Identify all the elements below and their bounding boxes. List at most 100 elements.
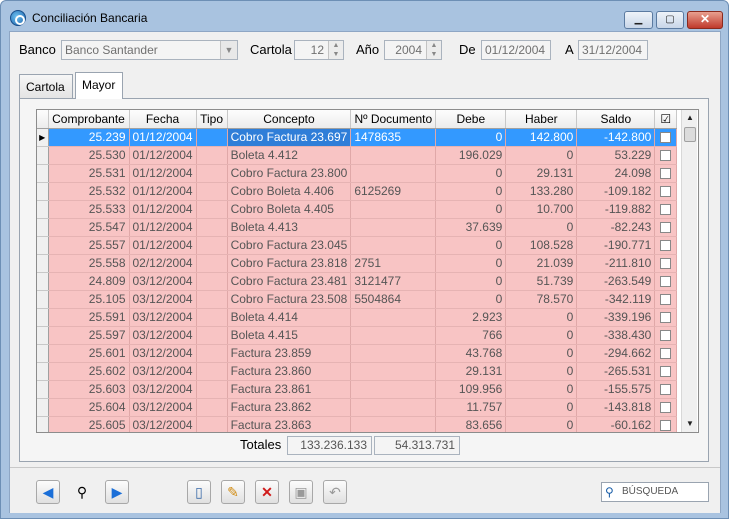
cell-concepto[interactable]: Cobro Factura 23.800 [227, 164, 352, 183]
spinner-arrows-icon[interactable]: ▲ ▼ [328, 41, 343, 59]
column-header-debe[interactable]: Debe [435, 110, 507, 129]
cartola-spinner[interactable]: 12 ▲ ▼ [294, 40, 344, 60]
cell-haber[interactable]: 0 [505, 416, 578, 432]
row-indicator[interactable] [37, 182, 49, 201]
cell-debe[interactable]: 0 [435, 164, 507, 183]
cell-debe[interactable]: 196.029 [435, 146, 507, 165]
banco-combo[interactable]: Banco Santander ▼ [61, 40, 238, 60]
cell-fecha[interactable]: 01/12/2004 [129, 218, 197, 237]
scroll-up-icon[interactable]: ▲ [682, 110, 698, 126]
conciliado-checkbox[interactable] [660, 240, 672, 252]
table-row[interactable]: 25.530 01/12/2004 Boleta 4.412 196.029 0 53.2… [37, 146, 678, 165]
cell-fecha[interactable]: 03/12/2004 [129, 344, 197, 363]
table-row[interactable]: 25.604 03/12/2004 Factura 23.862 11.757 0 -14… [37, 398, 678, 417]
cell-haber[interactable]: 108.528 [505, 236, 578, 255]
row-indicator[interactable] [37, 236, 49, 255]
conciliado-checkbox[interactable] [660, 312, 672, 324]
cell-concepto[interactable]: Cobro Factura 23.045 [227, 236, 352, 255]
cell-saldo[interactable]: -143.818 [576, 398, 656, 417]
column-header-fecha[interactable]: Fecha [129, 110, 197, 129]
undo-button[interactable]: ↶ [323, 480, 347, 504]
cell-comprobante[interactable]: 25.105 [48, 290, 130, 309]
conciliado-checkbox[interactable] [660, 366, 672, 378]
cell-concepto[interactable]: Cobro Boleta 4.405 [227, 200, 352, 219]
cell-debe[interactable]: 83.656 [435, 416, 507, 432]
cell-haber[interactable]: 0 [505, 362, 578, 381]
tab-mayor[interactable]: Mayor [75, 72, 123, 99]
cell-concepto[interactable]: Factura 23.862 [227, 398, 352, 417]
cell-saldo[interactable]: -294.662 [576, 344, 656, 363]
conciliado-checkbox[interactable] [660, 258, 672, 270]
column-header-comprobante[interactable]: Comprobante [48, 110, 130, 129]
cell-tipo[interactable] [196, 308, 228, 327]
cell-comprobante[interactable]: 25.531 [48, 164, 130, 183]
column-header-concepto[interactable]: Concepto [227, 110, 352, 129]
cell-documento[interactable] [350, 200, 437, 219]
anio-spinner[interactable]: 2004 ▲ ▼ [384, 40, 442, 60]
table-row[interactable]: 25.533 01/12/2004 Cobro Boleta 4.405 0 10.70… [37, 200, 678, 219]
cell-tipo[interactable] [196, 398, 228, 417]
cell-tipo[interactable] [196, 344, 228, 363]
cell-documento[interactable] [350, 218, 437, 237]
table-row[interactable]: 25.591 03/12/2004 Boleta 4.414 2.923 0 -339.1… [37, 308, 678, 327]
cell-saldo[interactable]: -338.430 [576, 326, 656, 345]
cell-tipo[interactable] [196, 164, 228, 183]
cell-tipo[interactable] [196, 272, 228, 291]
cell-saldo[interactable]: -342.119 [576, 290, 656, 309]
table-row[interactable]: 25.558 02/12/2004 Cobro Factura 23.818 2751… [37, 254, 678, 273]
cell-debe[interactable]: 0 [435, 236, 507, 255]
cell-tipo[interactable] [196, 380, 228, 399]
cell-haber[interactable]: 51.739 [505, 272, 578, 291]
row-indicator[interactable] [37, 362, 49, 381]
cell-documento[interactable]: 5504864 [350, 290, 437, 309]
cell-debe[interactable]: 0 [435, 290, 507, 309]
cell-haber[interactable]: 10.700 [505, 200, 578, 219]
cell-comprobante[interactable]: 25.597 [48, 326, 130, 345]
conciliado-checkbox[interactable] [660, 168, 672, 180]
row-indicator[interactable] [37, 254, 49, 273]
cell-debe[interactable]: 43.768 [435, 344, 507, 363]
cell-haber[interactable]: 0 [505, 146, 578, 165]
cell-saldo[interactable]: -155.575 [576, 380, 656, 399]
fecha-desde-field[interactable]: 01/12/2004 [481, 40, 551, 60]
search-box[interactable]: ⚲ BÚSQUEDA [601, 482, 709, 502]
cell-documento[interactable] [350, 164, 437, 183]
maximize-button[interactable]: ▢ [656, 11, 684, 29]
cell-tipo[interactable] [196, 218, 228, 237]
tab-cartola[interactable]: Cartola [19, 74, 73, 98]
table-row[interactable]: 24.809 03/12/2004 Cobro Factura 23.481 3121… [37, 272, 678, 291]
cell-documento[interactable]: 2751 [350, 254, 437, 273]
cell-debe[interactable]: 2.923 [435, 308, 507, 327]
row-indicator[interactable] [37, 218, 49, 237]
cell-comprobante[interactable]: 25.530 [48, 146, 130, 165]
conciliado-checkbox[interactable] [660, 276, 672, 288]
row-indicator[interactable] [37, 200, 49, 219]
table-row[interactable]: 25.531 01/12/2004 Cobro Factura 23.800 0 29.… [37, 164, 678, 183]
column-header-tipo[interactable]: Tipo [196, 110, 228, 129]
cell-documento[interactable] [350, 380, 437, 399]
cell-saldo[interactable]: -265.531 [576, 362, 656, 381]
cell-haber[interactable]: 21.039 [505, 254, 578, 273]
previous-button[interactable]: ◀ [36, 480, 60, 504]
cell-debe[interactable]: 11.757 [435, 398, 507, 417]
cell-saldo[interactable]: -142.800 [576, 128, 656, 147]
cell-comprobante[interactable]: 25.558 [48, 254, 130, 273]
save-button[interactable]: ▣ [289, 480, 313, 504]
cell-fecha[interactable]: 03/12/2004 [129, 398, 197, 417]
cell-debe[interactable]: 29.131 [435, 362, 507, 381]
cell-comprobante[interactable]: 25.533 [48, 200, 130, 219]
table-row[interactable]: 25.557 01/12/2004 Cobro Factura 23.045 0 108… [37, 236, 678, 255]
cell-documento[interactable] [350, 308, 437, 327]
minimize-button[interactable]: ▁ [624, 11, 653, 29]
cell-comprobante[interactable]: 25.605 [48, 416, 130, 432]
cell-fecha[interactable]: 03/12/2004 [129, 308, 197, 327]
column-header-documento[interactable]: Nº Documento [350, 110, 437, 129]
cell-saldo[interactable]: -109.182 [576, 182, 656, 201]
conciliado-checkbox[interactable] [660, 330, 672, 342]
cell-saldo[interactable]: -190.771 [576, 236, 656, 255]
cell-concepto[interactable]: Boleta 4.415 [227, 326, 352, 345]
column-header-check[interactable]: ☑ [654, 110, 678, 129]
cell-fecha[interactable]: 01/12/2004 [129, 164, 197, 183]
cell-documento[interactable] [350, 236, 437, 255]
cell-comprobante[interactable]: 25.591 [48, 308, 130, 327]
